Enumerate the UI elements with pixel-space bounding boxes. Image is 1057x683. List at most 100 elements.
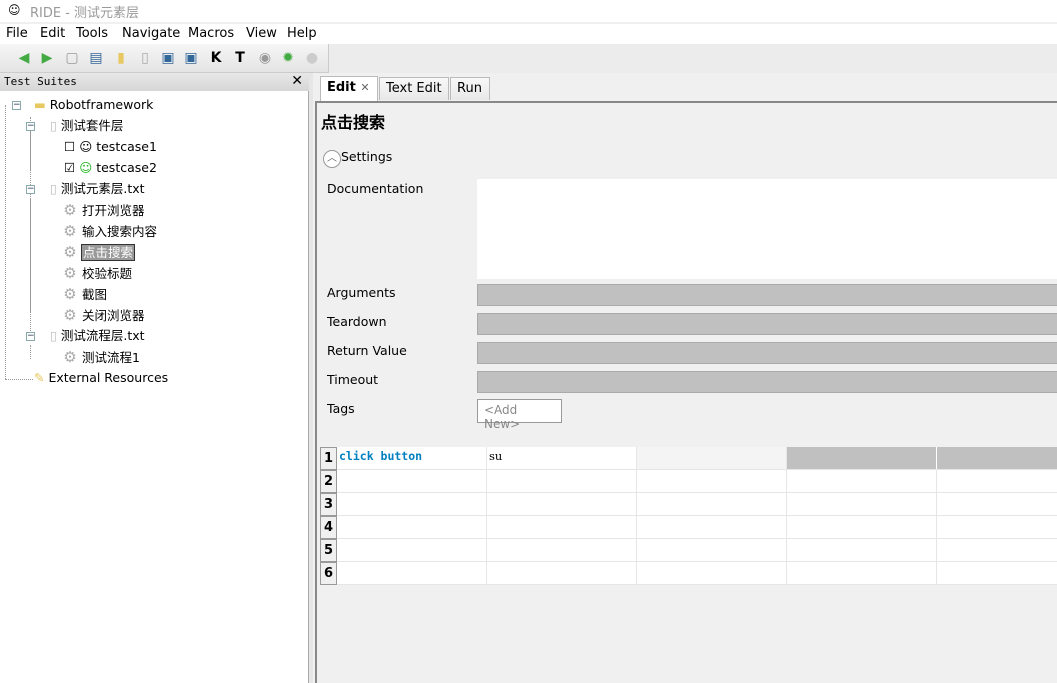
new-resource-icon[interactable]: ▯ (136, 49, 154, 67)
gear-icon: ⚙ (63, 285, 77, 303)
tree-keyword[interactable]: ⚙ 测试流程1 (62, 347, 140, 367)
tab-run[interactable]: Run (450, 77, 490, 100)
grid-cell[interactable] (787, 447, 937, 470)
row-header[interactable]: 4 (320, 516, 337, 539)
grid-cell[interactable] (337, 470, 487, 493)
documentation-label: Documentation (327, 181, 424, 196)
new-project-icon[interactable]: ▢ (63, 49, 81, 67)
app-icon: ☺ (8, 3, 21, 17)
menu-navigate[interactable]: Navigate (122, 26, 180, 41)
grid-cell[interactable] (337, 539, 487, 562)
teardown-field[interactable] (477, 313, 1057, 335)
gear-icon: ⚙ (63, 264, 77, 282)
grid-cell[interactable] (487, 493, 637, 516)
search-keywords-icon[interactable]: K (207, 49, 225, 67)
grid-cell[interactable] (937, 470, 1057, 493)
menu-help[interactable]: Help (287, 26, 317, 41)
tree-root[interactable]: ▬ Robotframework (34, 95, 153, 115)
grid-cell[interactable]: su (487, 447, 637, 470)
grid-cell[interactable] (937, 539, 1057, 562)
menu-macros[interactable]: Macros (188, 26, 234, 41)
tree-test[interactable]: ☑ ☺ testcase2 (64, 158, 157, 178)
grid-cell[interactable] (637, 447, 787, 470)
stop-icon[interactable]: ● (303, 49, 321, 67)
tree-keyword[interactable]: ⚙ 关闭浏览器 (62, 305, 144, 325)
grid-cell[interactable] (487, 562, 637, 585)
save-icon[interactable]: ▣ (159, 49, 177, 67)
save-all-icon[interactable]: ▣ (182, 49, 200, 67)
run-icon[interactable]: ◉ (256, 49, 274, 67)
return-value-field[interactable] (477, 342, 1057, 364)
add-tag-button[interactable]: <Add New> (477, 399, 562, 431)
grid-cell[interactable] (787, 516, 937, 539)
grid-cell[interactable] (787, 470, 937, 493)
editor-panel: Edit ✕ Text Edit Run 点击搜索 ︿ Settings Docu… (313, 73, 1057, 683)
grid-cell[interactable] (937, 516, 1057, 539)
tree-keyword[interactable]: ⚙ 截图 (62, 284, 107, 304)
robot-icon: ☺ (79, 139, 93, 154)
menu-edit[interactable]: Edit (40, 26, 65, 41)
grid-cell[interactable] (637, 539, 787, 562)
chevron-up-icon: ︿ (323, 150, 341, 168)
row-header[interactable]: 2 (320, 470, 337, 493)
grid-cell[interactable] (937, 562, 1057, 585)
timeout-field[interactable] (477, 371, 1057, 393)
checkbox[interactable]: ☐ (64, 139, 75, 154)
grid-cell[interactable]: click button (337, 447, 487, 470)
collapse-icon[interactable]: − (26, 185, 35, 194)
grid-cell[interactable] (937, 447, 1057, 470)
settings-toggle[interactable]: ︿ Settings (323, 149, 392, 168)
debug-icon[interactable]: ✹ (279, 49, 297, 67)
close-tab-icon[interactable]: ✕ (360, 81, 369, 94)
grid-cell[interactable] (487, 516, 637, 539)
tree-keyword[interactable]: ⚙ 校验标题 (62, 263, 132, 283)
title-bar: ☺ RIDE - 测试元素层 (0, 0, 1057, 22)
tab-text-edit[interactable]: Text Edit (379, 77, 449, 100)
collapse-icon[interactable]: − (26, 122, 35, 131)
tree-suite[interactable]: ▯ 测试套件层 (50, 116, 123, 136)
tree-external-resources[interactable]: ✎ External Resources (34, 368, 168, 388)
arguments-label: Arguments (327, 285, 396, 300)
grid-cell[interactable] (787, 493, 937, 516)
tree-keyword[interactable]: ⚙ 打开浏览器 (62, 200, 144, 220)
tags-label: Tags (327, 401, 355, 416)
grid-cell[interactable] (487, 539, 637, 562)
grid-cell[interactable] (337, 493, 487, 516)
open-dir-icon[interactable]: ▮ (112, 49, 130, 67)
checkbox[interactable]: ☑ (64, 160, 75, 175)
collapse-icon[interactable]: − (26, 332, 35, 341)
grid-cell[interactable] (637, 516, 787, 539)
tree-keyword-selected[interactable]: ⚙ 点击搜索 (62, 242, 136, 262)
tree-keyword[interactable]: ⚙ 输入搜索内容 (62, 221, 157, 241)
search-tests-icon[interactable]: T (231, 49, 249, 67)
tree-test[interactable]: ☐ ☺ testcase1 (64, 137, 157, 157)
row-header[interactable]: 1 (320, 447, 337, 470)
collapse-icon[interactable]: − (12, 101, 21, 110)
documentation-field[interactable] (477, 179, 1057, 279)
grid-cell[interactable] (337, 516, 487, 539)
back-icon[interactable]: ◀ (15, 49, 33, 67)
tree-resource[interactable]: ▯ 测试流程层.txt (50, 326, 145, 346)
tab-edit[interactable]: Edit ✕ (320, 76, 378, 102)
arguments-field[interactable] (477, 284, 1057, 306)
row-header[interactable]: 3 (320, 493, 337, 516)
grid-cell[interactable] (637, 493, 787, 516)
grid-cell[interactable] (637, 470, 787, 493)
row-header[interactable]: 6 (320, 562, 337, 585)
close-panel-icon[interactable]: ✕ (291, 73, 303, 89)
menu-tools[interactable]: Tools (76, 26, 108, 41)
grid-cell[interactable] (487, 470, 637, 493)
tree-resource[interactable]: ▯ 测试元素层.txt (50, 179, 145, 199)
grid-cell[interactable] (787, 539, 937, 562)
menu-view[interactable]: View (246, 26, 277, 41)
row-header[interactable]: 5 (320, 539, 337, 562)
keyword-title: 点击搜索 (321, 113, 386, 132)
grid-cell[interactable] (637, 562, 787, 585)
menu-file[interactable]: File (6, 26, 28, 41)
forward-icon[interactable]: ▶ (38, 49, 56, 67)
grid-cell[interactable] (937, 493, 1057, 516)
open-icon[interactable]: ▤ (87, 49, 105, 67)
grid-cell[interactable] (337, 562, 487, 585)
window-title: RIDE - 测试元素层 (30, 6, 140, 21)
grid-cell[interactable] (787, 562, 937, 585)
